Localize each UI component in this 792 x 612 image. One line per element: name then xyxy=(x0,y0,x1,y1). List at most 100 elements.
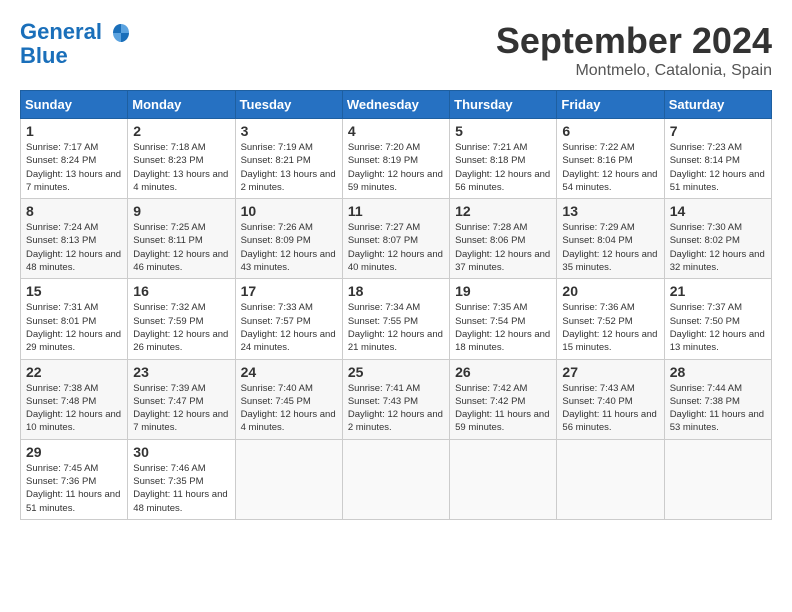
day-number: 29 xyxy=(26,444,122,460)
calendar-day-cell: 23Sunrise: 7:39 AMSunset: 7:47 PMDayligh… xyxy=(128,359,235,439)
day-info: Sunrise: 7:31 AMSunset: 8:01 PMDaylight:… xyxy=(26,301,122,354)
day-number: 10 xyxy=(241,203,337,219)
day-number: 12 xyxy=(455,203,551,219)
calendar-day-cell: 14 Sunrise: 7:30 AMSunset: 8:02 PMDayligh… xyxy=(664,199,771,279)
day-number: 17 xyxy=(241,283,337,299)
calendar-day-cell: 29 Sunrise: 7:45 AMSunset: 7:36 PMDayligh… xyxy=(21,439,128,519)
calendar-week-row: 29 Sunrise: 7:45 AMSunset: 7:36 PMDayligh… xyxy=(21,439,772,519)
day-info: Sunrise: 7:29 AMSunset: 8:04 PMDaylight:… xyxy=(562,221,658,274)
day-number: 2 xyxy=(133,123,229,139)
calendar-day-cell xyxy=(450,439,557,519)
day-number: 28 xyxy=(670,364,766,380)
calendar-week-row: 8 Sunrise: 7:24 AMSunset: 8:13 PMDaylight… xyxy=(21,199,772,279)
day-number: 14 xyxy=(670,203,766,219)
calendar-day-header: Saturday xyxy=(664,91,771,119)
calendar-table: SundayMondayTuesdayWednesdayThursdayFrid… xyxy=(20,90,772,520)
calendar-day-cell: 1 Sunrise: 7:17 AMSunset: 8:24 PMDaylight… xyxy=(21,119,128,199)
day-number: 6 xyxy=(562,123,658,139)
calendar-day-cell: 15 Sunrise: 7:31 AMSunset: 8:01 PMDayligh… xyxy=(21,279,128,359)
day-info: Sunrise: 7:30 AMSunset: 8:02 PMDaylight:… xyxy=(670,221,766,274)
day-number: 16 xyxy=(133,283,229,299)
month-title: September 2024 xyxy=(496,20,772,62)
day-info: Sunrise: 7:32 AMSunset: 7:59 PMDaylight:… xyxy=(133,301,229,354)
day-info: Sunrise: 7:45 AMSunset: 7:36 PMDaylight:… xyxy=(26,462,122,515)
day-info: Sunrise: 7:40 AMSunset: 7:45 PMDaylight:… xyxy=(241,382,337,435)
page-header: General Blue September 2024 Montmelo, Ca… xyxy=(20,20,772,80)
calendar-day-cell: 9 Sunrise: 7:25 AMSunset: 8:11 PMDaylight… xyxy=(128,199,235,279)
day-number: 20 xyxy=(562,283,658,299)
title-block: September 2024 Montmelo, Catalonia, Spai… xyxy=(496,20,772,80)
logo-text: General xyxy=(20,20,132,44)
day-info: Sunrise: 7:24 AMSunset: 8:13 PMDaylight:… xyxy=(26,221,122,274)
day-number: 7 xyxy=(670,123,766,139)
day-info: Sunrise: 7:17 AMSunset: 8:24 PMDaylight:… xyxy=(26,141,122,194)
day-info: Sunrise: 7:41 AMSunset: 7:43 PMDaylight:… xyxy=(348,382,444,435)
day-info: Sunrise: 7:25 AMSunset: 8:11 PMDaylight:… xyxy=(133,221,229,274)
day-info: Sunrise: 7:35 AMSunset: 7:54 PMDaylight:… xyxy=(455,301,551,354)
day-number: 25 xyxy=(348,364,444,380)
calendar-week-row: 1 Sunrise: 7:17 AMSunset: 8:24 PMDaylight… xyxy=(21,119,772,199)
calendar-day-cell: 20Sunrise: 7:36 AMSunset: 7:52 PMDayligh… xyxy=(557,279,664,359)
day-info: Sunrise: 7:39 AMSunset: 7:47 PMDaylight:… xyxy=(133,382,229,435)
calendar-day-cell: 6Sunrise: 7:22 AMSunset: 8:16 PMDaylight… xyxy=(557,119,664,199)
calendar-day-cell: 2 Sunrise: 7:18 AMSunset: 8:23 PMDaylight… xyxy=(128,119,235,199)
day-info: Sunrise: 7:42 AMSunset: 7:42 PMDaylight:… xyxy=(455,382,551,435)
day-number: 19 xyxy=(455,283,551,299)
day-number: 8 xyxy=(26,203,122,219)
day-info: Sunrise: 7:27 AMSunset: 8:07 PMDaylight:… xyxy=(348,221,444,274)
calendar-day-cell: 5Sunrise: 7:21 AMSunset: 8:18 PMDaylight… xyxy=(450,119,557,199)
calendar-day-cell xyxy=(342,439,449,519)
calendar-day-cell: 19 Sunrise: 7:35 AMSunset: 7:54 PMDayligh… xyxy=(450,279,557,359)
calendar-day-cell: 26 Sunrise: 7:42 AMSunset: 7:42 PMDayligh… xyxy=(450,359,557,439)
calendar-day-header: Friday xyxy=(557,91,664,119)
calendar-day-header: Monday xyxy=(128,91,235,119)
day-info: Sunrise: 7:33 AMSunset: 7:57 PMDaylight:… xyxy=(241,301,337,354)
calendar-day-cell: 22 Sunrise: 7:38 AMSunset: 7:48 PMDayligh… xyxy=(21,359,128,439)
location: Montmelo, Catalonia, Spain xyxy=(496,62,772,80)
logo-icon xyxy=(110,22,132,44)
day-info: Sunrise: 7:38 AMSunset: 7:48 PMDaylight:… xyxy=(26,382,122,435)
calendar-day-header: Sunday xyxy=(21,91,128,119)
day-info: Sunrise: 7:20 AMSunset: 8:19 PMDaylight:… xyxy=(348,141,444,194)
calendar-week-row: 22 Sunrise: 7:38 AMSunset: 7:48 PMDayligh… xyxy=(21,359,772,439)
calendar-day-header: Thursday xyxy=(450,91,557,119)
day-info: Sunrise: 7:37 AMSunset: 7:50 PMDaylight:… xyxy=(670,301,766,354)
calendar-day-cell: 24 Sunrise: 7:40 AMSunset: 7:45 PMDayligh… xyxy=(235,359,342,439)
calendar-day-cell: 8 Sunrise: 7:24 AMSunset: 8:13 PMDaylight… xyxy=(21,199,128,279)
day-info: Sunrise: 7:19 AMSunset: 8:21 PMDaylight:… xyxy=(241,141,337,194)
calendar-day-cell: 3Sunrise: 7:19 AMSunset: 8:21 PMDaylight… xyxy=(235,119,342,199)
day-number: 24 xyxy=(241,364,337,380)
day-info: Sunrise: 7:28 AMSunset: 8:06 PMDaylight:… xyxy=(455,221,551,274)
day-info: Sunrise: 7:21 AMSunset: 8:18 PMDaylight:… xyxy=(455,141,551,194)
logo: General Blue xyxy=(20,20,132,68)
day-number: 27 xyxy=(562,364,658,380)
day-info: Sunrise: 7:44 AMSunset: 7:38 PMDaylight:… xyxy=(670,382,766,435)
day-info: Sunrise: 7:26 AMSunset: 8:09 PMDaylight:… xyxy=(241,221,337,274)
day-number: 9 xyxy=(133,203,229,219)
calendar-day-cell xyxy=(557,439,664,519)
day-info: Sunrise: 7:46 AMSunset: 7:35 PMDaylight:… xyxy=(133,462,229,515)
calendar-day-cell: 11Sunrise: 7:27 AMSunset: 8:07 PMDayligh… xyxy=(342,199,449,279)
calendar-day-cell: 17 Sunrise: 7:33 AMSunset: 7:57 PMDayligh… xyxy=(235,279,342,359)
calendar-day-cell: 25 Sunrise: 7:41 AMSunset: 7:43 PMDayligh… xyxy=(342,359,449,439)
calendar-day-header: Tuesday xyxy=(235,91,342,119)
day-info: Sunrise: 7:43 AMSunset: 7:40 PMDaylight:… xyxy=(562,382,658,435)
day-number: 30 xyxy=(133,444,229,460)
calendar-day-cell: 21 Sunrise: 7:37 AMSunset: 7:50 PMDayligh… xyxy=(664,279,771,359)
day-number: 26 xyxy=(455,364,551,380)
day-number: 1 xyxy=(26,123,122,139)
day-number: 22 xyxy=(26,364,122,380)
calendar-day-cell: 30 Sunrise: 7:46 AMSunset: 7:35 PMDayligh… xyxy=(128,439,235,519)
calendar-day-cell xyxy=(235,439,342,519)
calendar-day-header: Wednesday xyxy=(342,91,449,119)
calendar-day-cell: 18Sunrise: 7:34 AMSunset: 7:55 PMDayligh… xyxy=(342,279,449,359)
day-number: 18 xyxy=(348,283,444,299)
day-info: Sunrise: 7:18 AMSunset: 8:23 PMDaylight:… xyxy=(133,141,229,194)
calendar-day-cell: 13 Sunrise: 7:29 AMSunset: 8:04 PMDayligh… xyxy=(557,199,664,279)
day-info: Sunrise: 7:23 AMSunset: 8:14 PMDaylight:… xyxy=(670,141,766,194)
day-number: 13 xyxy=(562,203,658,219)
day-number: 15 xyxy=(26,283,122,299)
calendar-day-cell: 16 Sunrise: 7:32 AMSunset: 7:59 PMDayligh… xyxy=(128,279,235,359)
calendar-day-cell: 4Sunrise: 7:20 AMSunset: 8:19 PMDaylight… xyxy=(342,119,449,199)
day-number: 21 xyxy=(670,283,766,299)
